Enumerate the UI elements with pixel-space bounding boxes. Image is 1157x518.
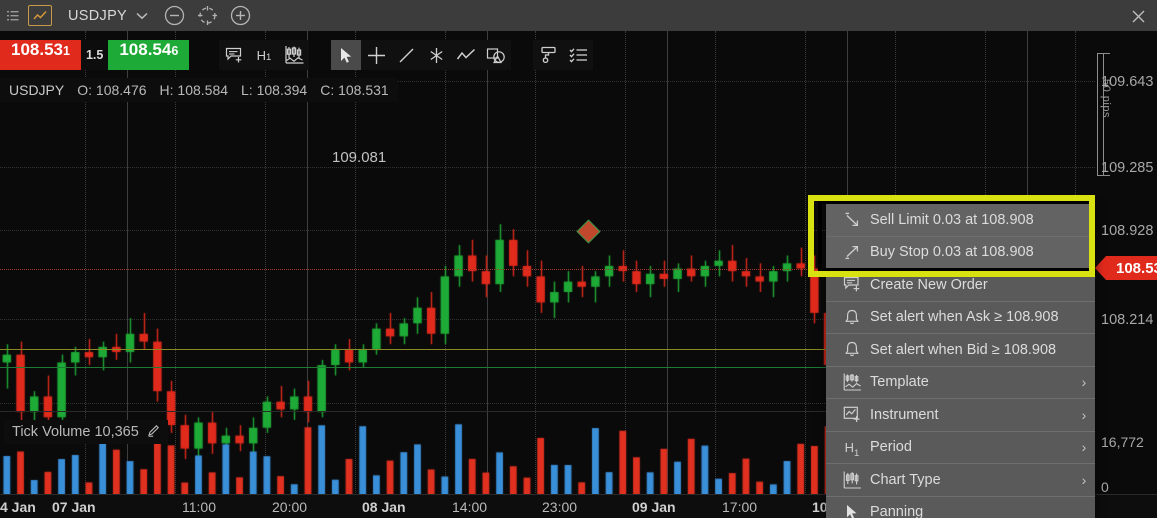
ohlc-close: C: 108.531	[320, 82, 389, 98]
menu-item-template[interactable]: Template ›	[826, 367, 1095, 399]
price-tick-0: 109.643	[1101, 74, 1154, 90]
chart-toolbar: H1	[219, 40, 593, 70]
time-tick: 20:00	[272, 499, 308, 515]
pencil-icon[interactable]	[147, 424, 160, 441]
menu-item-label: Buy Stop 0.03 at 108.908	[870, 244, 1034, 261]
time-tick: 14:00	[452, 499, 488, 515]
spread-value: 1.5	[80, 40, 109, 70]
time-tick: 4 Jan	[0, 499, 36, 515]
price-tick-2: 108.928	[1101, 223, 1154, 239]
cursor-icon[interactable]	[331, 40, 361, 70]
zoom-controls	[164, 5, 251, 26]
chevron-right-icon: ›	[1081, 406, 1087, 423]
time-tick: 11:00	[182, 499, 216, 515]
volume-tick-min: 0	[1101, 479, 1109, 495]
current-price-tag[interactable]: 108.531	[1094, 256, 1157, 280]
menu-item-alert-bid[interactable]: Set alert when Bid ≥ 108.908	[826, 334, 1095, 366]
toolbar-group-view	[533, 40, 593, 70]
menu-item-sell-limit[interactable]: Sell Limit 0.03 at 108.908	[826, 204, 1095, 236]
menu-item-label: Create New Order	[870, 276, 988, 293]
ohlc-symbol: USDJPY	[9, 82, 65, 98]
menu-item-create-new-order[interactable]: Create New Order	[826, 269, 1095, 301]
menu-icon[interactable]	[0, 10, 26, 22]
arrow-down-right-icon	[834, 212, 870, 227]
price-tick-1: 109.285	[1101, 160, 1154, 176]
time-tick: 09 Jan	[632, 499, 676, 515]
cursor-icon	[834, 504, 870, 518]
arrow-up-right-icon	[834, 245, 870, 260]
chart-context-menu[interactable]: Sell Limit 0.03 at 108.908 Buy Stop 0.03…	[808, 195, 1095, 518]
ohlc-high: H: 108.584	[159, 82, 229, 98]
chart-type-icon	[834, 471, 870, 489]
menu-item-panning[interactable]: Panning	[826, 497, 1095, 518]
menu-item-instrument[interactable]: Instrument ›	[826, 399, 1095, 431]
price-tick-3: 108.214	[1101, 312, 1154, 328]
instrument-icon	[834, 406, 870, 424]
ask-price-button[interactable]: 108.54 6	[108, 40, 190, 70]
zoom-in-icon[interactable]	[230, 5, 251, 26]
new-order-icon[interactable]	[219, 40, 249, 70]
trading-chart-window: USDJPY 109.081 Tick Volume 10,365 108.53…	[0, 0, 1157, 518]
ask-price-main: 108.54	[119, 40, 172, 59]
period-h1-icon: H1	[844, 439, 860, 459]
bid-price-main: 108.53	[11, 40, 63, 59]
menu-item-label: Panning	[870, 504, 924, 518]
period-letter: H	[256, 47, 267, 63]
zigzag-icon[interactable]	[451, 40, 481, 70]
bid-price-button[interactable]: 108.53 1	[0, 40, 81, 70]
chevron-right-icon: ›	[1081, 374, 1087, 391]
chart-type-icon[interactable]	[279, 40, 309, 70]
template-icon	[834, 373, 870, 391]
window-titlebar: USDJPY	[0, 0, 1157, 31]
ohlc-open: O: 108.476	[77, 82, 147, 98]
period-number: 1	[266, 52, 272, 63]
menu-item-chart-type[interactable]: Chart Type ›	[826, 464, 1095, 496]
volume-indicator-label[interactable]: Tick Volume 10,365	[4, 420, 168, 444]
chevron-right-icon: ›	[1081, 471, 1087, 488]
quote-panel: 108.53 1 1.5 108.54 6	[0, 40, 190, 70]
symbol-label[interactable]: USDJPY	[68, 8, 127, 24]
price-axis[interactable]: 50 pips 109.643 109.285 108.928 108.214 …	[1094, 31, 1157, 518]
time-tick: 08 Jan	[362, 499, 406, 515]
line-chart-icon[interactable]	[28, 5, 52, 26]
menu-item-label: Set alert when Bid ≥ 108.908	[870, 341, 1057, 358]
paint-roller-icon[interactable]	[533, 40, 563, 70]
zoom-out-icon[interactable]	[164, 5, 185, 26]
sparkle-icon[interactable]	[421, 40, 451, 70]
menu-item-label: Set alert when Ask ≥ 108.908	[870, 309, 1059, 326]
list-icon[interactable]	[563, 40, 593, 70]
quick-order-group: Sell Limit 0.03 at 108.908 Buy Stop 0.03…	[808, 195, 1095, 277]
menu-item-label: Chart Type	[870, 471, 941, 488]
shapes-icon[interactable]	[481, 40, 511, 70]
time-tick: 07 Jan	[52, 499, 96, 515]
high-price-annotation: 109.081	[332, 149, 387, 166]
trendline-icon[interactable]	[391, 40, 421, 70]
menu-item-period[interactable]: H1 Period ›	[826, 432, 1095, 464]
time-tick: 23:00	[542, 499, 578, 515]
ohlc-info-bar: USDJPY O: 108.476 H: 108.584 L: 108.394 …	[0, 78, 398, 102]
close-icon[interactable]	[1127, 5, 1149, 27]
time-tick: 17:00	[722, 499, 758, 515]
new-order-icon	[834, 276, 870, 293]
bell-icon	[834, 341, 870, 358]
crosshair-icon[interactable]	[361, 40, 391, 70]
ask-price-last-digit: 6	[171, 44, 179, 58]
toolbar-group-order: H1	[219, 40, 309, 70]
chevron-right-icon: ›	[1081, 439, 1087, 456]
chevron-down-icon[interactable]	[136, 10, 148, 22]
bell-icon	[834, 309, 870, 326]
menu-item-label: Sell Limit 0.03 at 108.908	[870, 211, 1034, 228]
menu-item-alert-ask[interactable]: Set alert when Ask ≥ 108.908	[826, 302, 1095, 334]
volume-indicator-text: Tick Volume 10,365	[12, 424, 139, 440]
crosshair-target-icon[interactable]	[197, 5, 218, 26]
toolbar-group-tools	[331, 40, 511, 70]
volume-tick-max: 16,772	[1101, 434, 1144, 450]
menu-item-label: Template	[870, 374, 929, 391]
menu-item-label: Instrument	[870, 406, 939, 423]
bid-price-last-digit: 1	[63, 44, 70, 58]
period-h1-icon[interactable]: H1	[249, 40, 279, 70]
menu-item-label: Period	[870, 439, 912, 456]
menu-item-buy-stop[interactable]: Buy Stop 0.03 at 108.908	[826, 237, 1095, 269]
ohlc-low: L: 108.394	[241, 82, 308, 98]
